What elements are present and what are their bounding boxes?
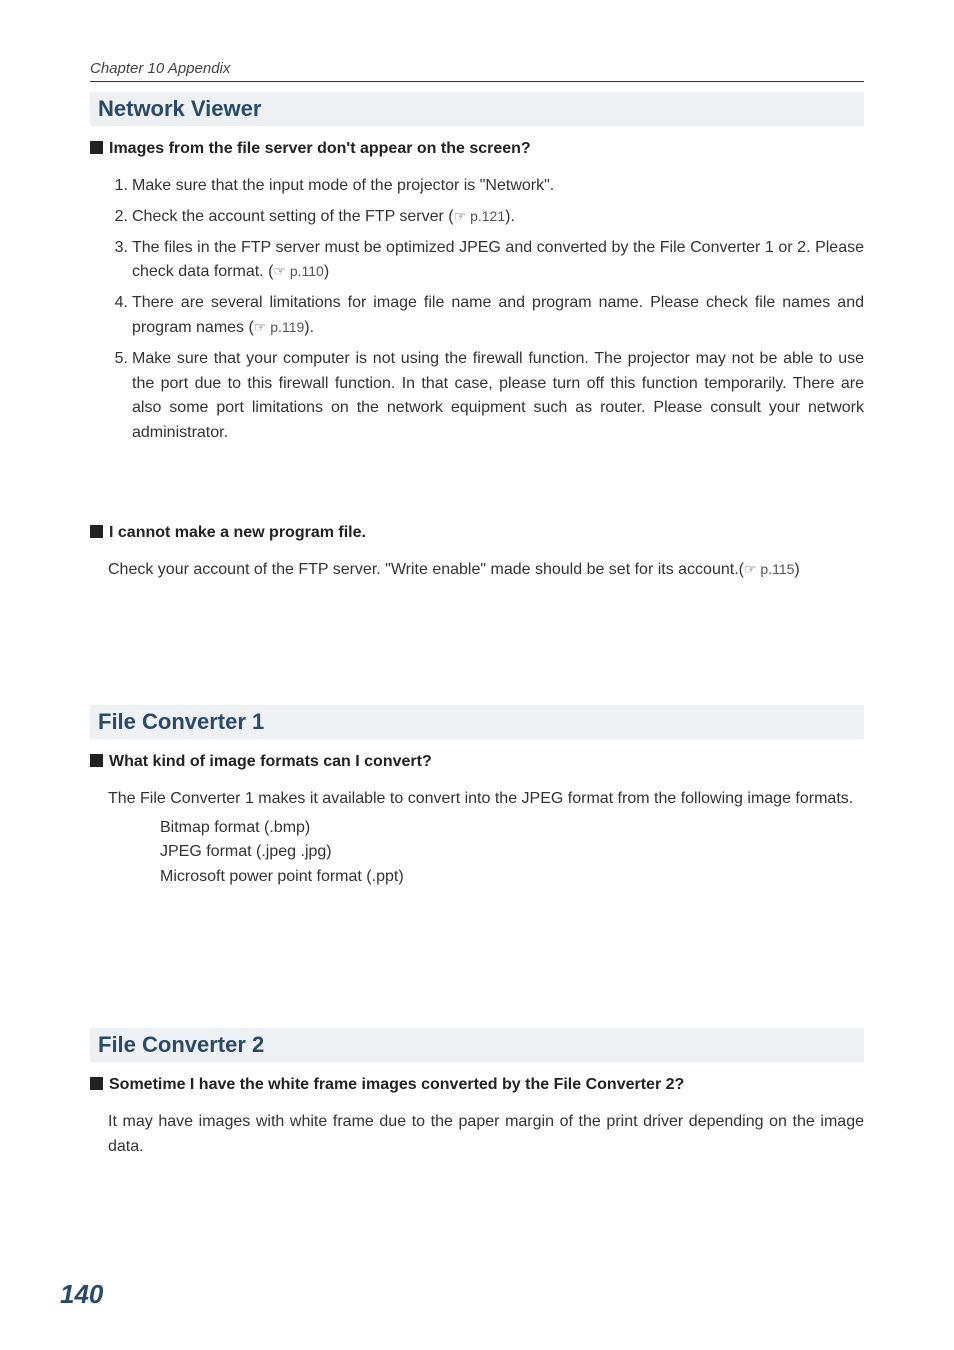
bullet-square-icon (90, 1077, 103, 1090)
answer-paragraph: It may have images with white frame due … (108, 1110, 864, 1160)
text-fragment: The files in the FTP server must be opti… (132, 239, 864, 281)
question-white-frame: Sometime I have the white frame images c… (90, 1076, 864, 1094)
bullet-square-icon (90, 525, 103, 538)
bullet-square-icon (90, 141, 103, 154)
text-fragment: Check the account setting of the FTP ser… (132, 208, 454, 225)
question-text: I cannot make a new program file. (109, 524, 366, 541)
answer-paragraph: The File Converter 1 makes it available … (108, 787, 864, 812)
list-body: The files in the FTP server must be opti… (132, 236, 864, 286)
list-number: 1. (108, 174, 128, 199)
text-fragment: ). (304, 319, 314, 336)
bullet-square-icon (90, 754, 103, 767)
list-body: There are several limitations for image … (132, 291, 864, 341)
format-item: Microsoft power point format (.ppt) (160, 865, 864, 890)
list-body: Make sure that the input mode of the pro… (132, 174, 864, 199)
list-body: Check the account setting of the FTP ser… (132, 205, 864, 230)
section-heading-file-converter-2: File Converter 2 (90, 1028, 864, 1062)
question-text: What kind of image formats can I convert… (109, 753, 432, 770)
text-fragment: ) (324, 263, 329, 280)
answer-paragraph: Check your account of the FTP server. "W… (108, 558, 864, 583)
question-text: Images from the file server don't appear… (109, 140, 531, 157)
list-number: 3. (108, 236, 128, 261)
list-number: 2. (108, 205, 128, 230)
text-fragment: Check your account of the FTP server. "W… (108, 561, 744, 578)
list-item: 5. Make sure that your computer is not u… (108, 347, 864, 446)
format-item: JPEG format (.jpeg .jpg) (160, 840, 864, 865)
section-heading-network-viewer: Network Viewer (90, 92, 864, 126)
formats-list: Bitmap format (.bmp) JPEG format (.jpeg … (160, 816, 864, 890)
answer-list: 1. Make sure that the input mode of the … (108, 174, 864, 446)
chapter-header: Chapter 10 Appendix (90, 60, 864, 82)
list-number: 5. (108, 347, 128, 372)
question-images-not-appear: Images from the file server don't appear… (90, 140, 864, 158)
page-ref: ☞ p.121 (454, 208, 505, 224)
list-item: 1. Make sure that the input mode of the … (108, 174, 864, 199)
section-heading-file-converter-1: File Converter 1 (90, 705, 864, 739)
format-item: Bitmap format (.bmp) (160, 816, 864, 841)
list-item: 3. The files in the FTP server must be o… (108, 236, 864, 286)
text-fragment: There are several limitations for image … (132, 294, 864, 336)
text-fragment: ). (505, 208, 515, 225)
question-text: Sometime I have the white frame images c… (109, 1076, 684, 1093)
list-number: 4. (108, 291, 128, 316)
text-fragment: ) (794, 561, 799, 578)
list-item: 2. Check the account setting of the FTP … (108, 205, 864, 230)
page-ref: ☞ p.115 (744, 561, 794, 577)
page-number: 140 (60, 1279, 103, 1310)
list-body: Make sure that your computer is not usin… (132, 347, 864, 446)
list-item: 4. There are several limitations for ima… (108, 291, 864, 341)
question-formats-convert: What kind of image formats can I convert… (90, 753, 864, 771)
page-ref: ☞ p.119 (254, 319, 304, 335)
question-cannot-make-program: I cannot make a new program file. (90, 524, 864, 542)
page-ref: ☞ p.110 (273, 263, 323, 279)
